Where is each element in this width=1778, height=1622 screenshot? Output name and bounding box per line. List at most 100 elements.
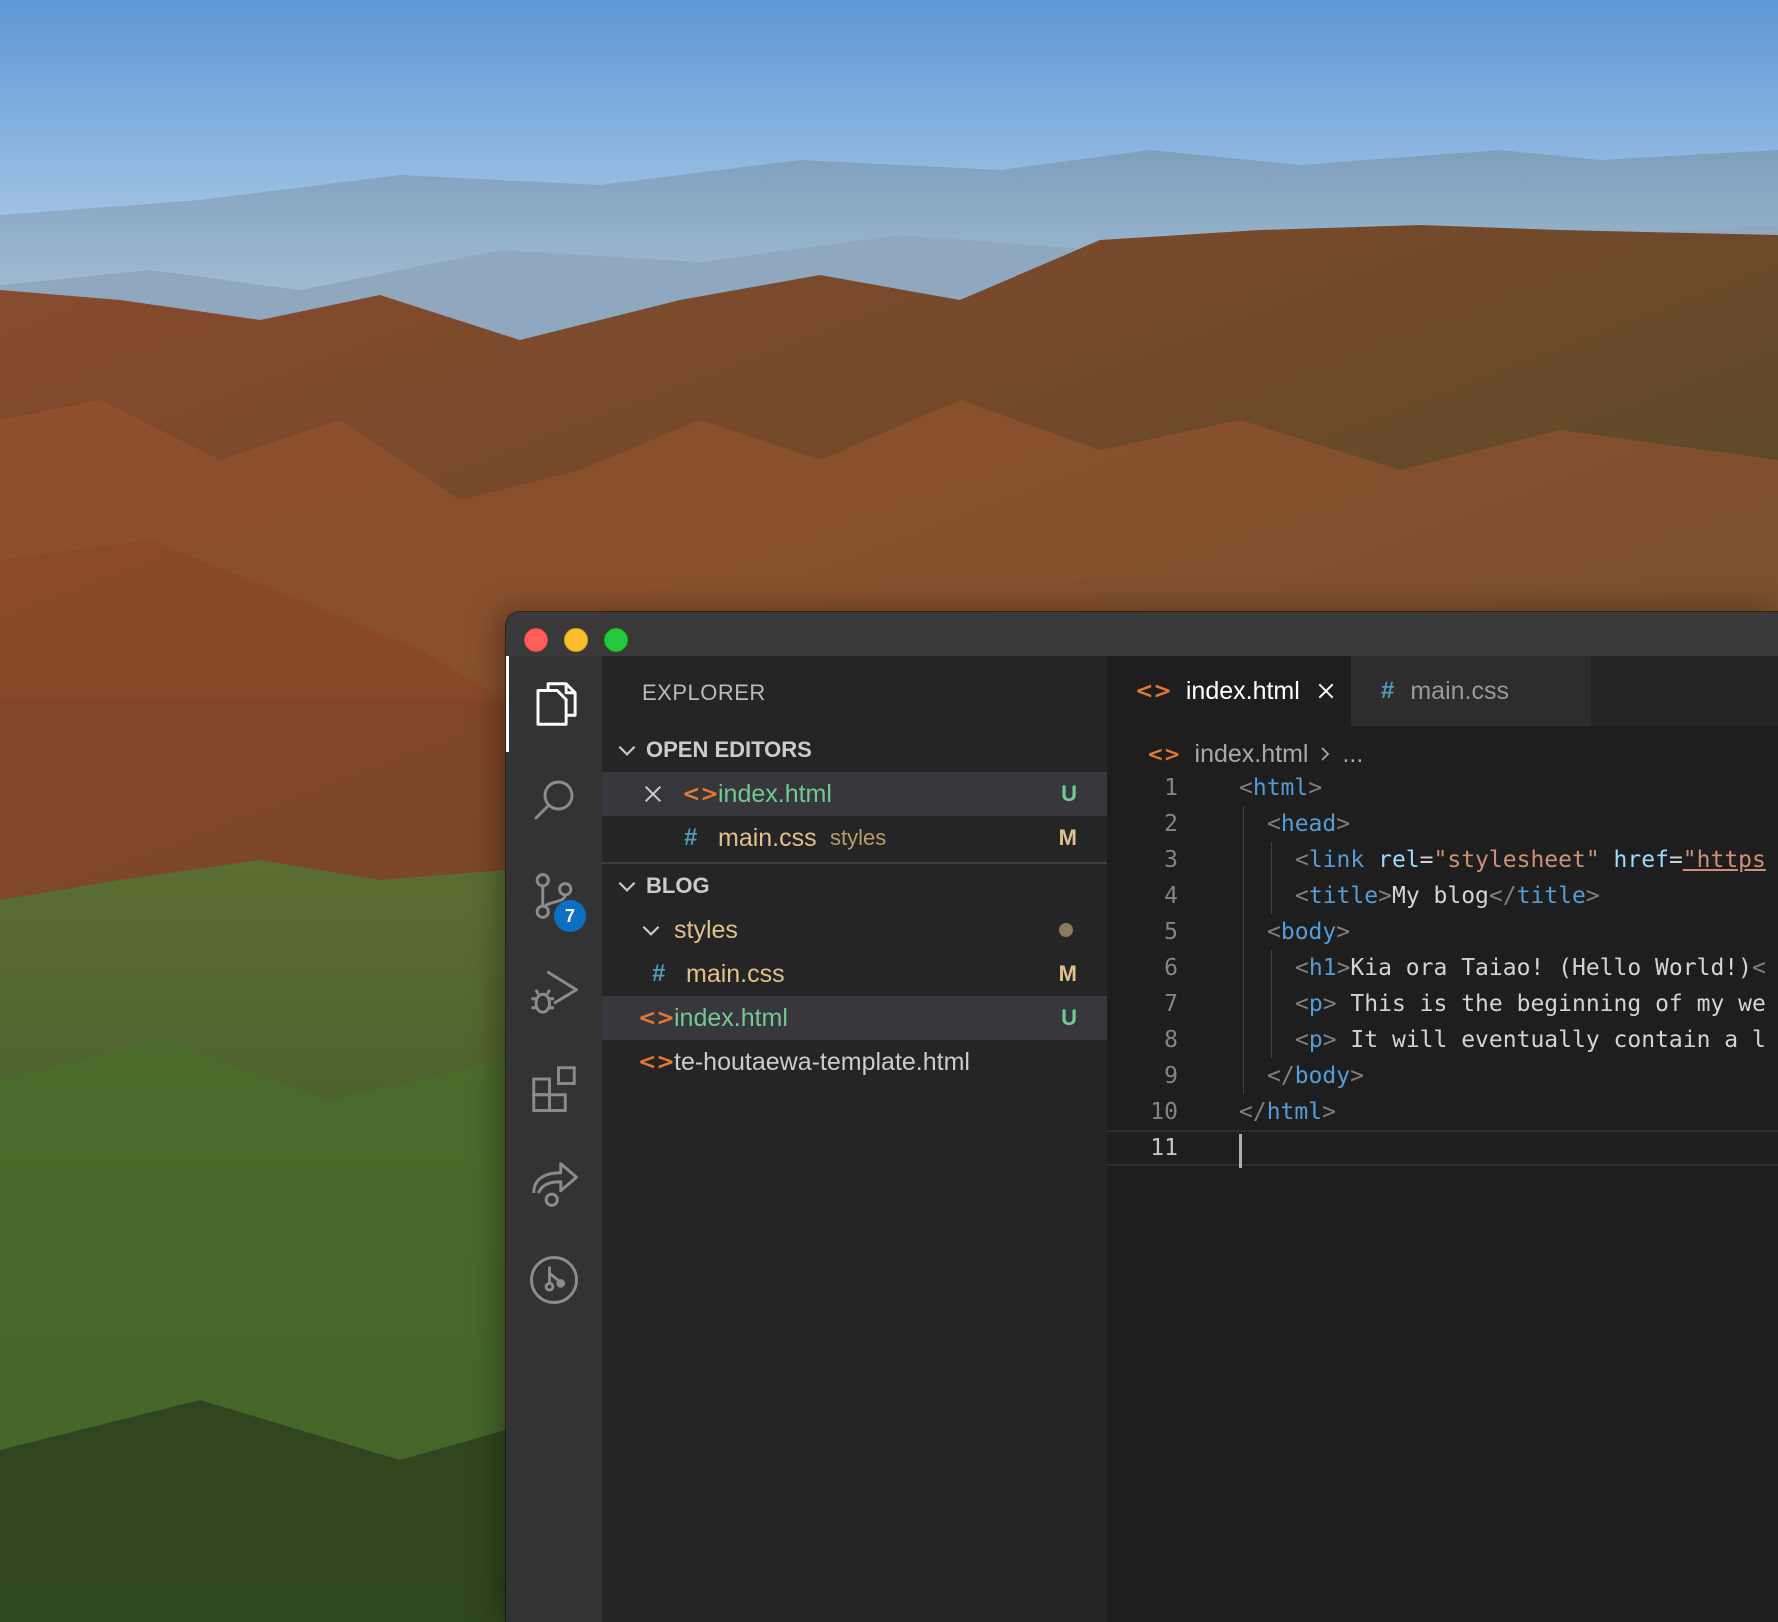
code-line: 4 <title>My blog</title> [1107, 878, 1778, 914]
breadcrumb-file[interactable]: index.html [1195, 740, 1309, 769]
live-share-icon [532, 1162, 578, 1207]
line-number: 4 [1164, 883, 1178, 909]
run-debug-icon [531, 970, 578, 1014]
line-number: 5 [1164, 919, 1178, 945]
open-editors-header[interactable]: OPEN EDITORS [602, 728, 1107, 772]
tag-bracket: > [1336, 955, 1351, 981]
line-number: 9 [1164, 1063, 1178, 1089]
code-text: <body> [1267, 919, 1350, 945]
open-editor-item-index-html[interactable]: <> index.html U [602, 772, 1107, 816]
code-line: 7 <p> This is the beginning of my we [1107, 986, 1778, 1022]
chevron-down-icon [642, 925, 660, 936]
tag-name: html [1252, 775, 1309, 801]
open-editor-filename: index.html [718, 779, 832, 808]
code-line: 6 <h1>Kia ora Taiao! (Hello World!)< [1107, 950, 1778, 986]
line-number: 2 [1164, 811, 1178, 837]
tag-bracket: </ [1488, 883, 1517, 909]
git-graph-icon [530, 1256, 578, 1304]
attribute-name: href [1613, 847, 1669, 873]
tag-bracket: < [1239, 775, 1253, 801]
open-editor-item-main-css[interactable]: # main.css styles M [602, 816, 1107, 860]
line-number: 3 [1164, 847, 1178, 873]
text-cursor [1239, 1134, 1242, 1168]
breadcrumb-more[interactable]: ... [1342, 740, 1363, 769]
file-item-te-houtaewa-template[interactable]: <> te-houtaewa-template.html [602, 1040, 1107, 1084]
tag-bracket: < [1267, 919, 1281, 945]
chevron-down-icon [618, 745, 636, 756]
code-text: <link rel="stylesheet" href="https [1295, 847, 1766, 873]
code-line: 9 </body> [1107, 1058, 1778, 1094]
tab-index-html[interactable]: <> index.html [1107, 656, 1351, 726]
activity-explorer[interactable] [506, 656, 602, 752]
activity-source-control[interactable]: 7 [506, 848, 602, 944]
activity-bar: 7 [506, 656, 602, 1622]
activity-extensions[interactable] [506, 1040, 602, 1136]
code-line: 3 <link rel="stylesheet" href="https [1107, 842, 1778, 878]
tag-name: body [1294, 1063, 1351, 1089]
status-untracked: U [1061, 1005, 1077, 1030]
tag-bracket: > [1322, 1099, 1336, 1125]
line-number: 11 [1150, 1135, 1178, 1161]
tag-name: body [1280, 919, 1337, 945]
file-name: main.css [686, 959, 785, 988]
blog-folder-label: BLOG [646, 873, 710, 898]
activity-search[interactable] [506, 752, 602, 848]
tag-bracket: < [1752, 955, 1766, 981]
activity-live-share[interactable] [506, 1136, 602, 1232]
close-icon[interactable] [1316, 681, 1336, 701]
code-text: <html> [1239, 775, 1322, 801]
activity-run-debug[interactable] [506, 944, 602, 1040]
editor-tabs: <> index.html # main.css [1107, 656, 1778, 726]
attribute-name: rel [1378, 847, 1420, 873]
vscode-window: 7 EXPLORER OPEN EDITORS <> index.html U … [506, 612, 1778, 1622]
tag-bracket: > [1308, 775, 1323, 801]
code-text: <p> It will eventually contain a l [1295, 1027, 1766, 1053]
activity-git-graph[interactable] [506, 1232, 602, 1328]
tag-name: html [1266, 1099, 1323, 1125]
close-icon[interactable] [642, 783, 664, 805]
tag-bracket: </ [1267, 1063, 1295, 1089]
tag-name: h1 [1308, 955, 1337, 981]
file-name: index.html [674, 1003, 788, 1032]
folder-item-styles[interactable]: styles [602, 908, 1107, 952]
status-untracked: U [1061, 781, 1077, 806]
blog-folder-header[interactable]: BLOG [602, 864, 1107, 908]
tab-label: index.html [1185, 676, 1300, 705]
css-icon: # [684, 824, 698, 851]
close-window-button[interactable] [524, 628, 548, 652]
tag-bracket: < [1295, 1027, 1309, 1053]
code-line: 1 <html> [1107, 770, 1778, 806]
editor-area: <> index.html # main.css <> index.html .… [1107, 656, 1778, 1622]
tag-name: p [1308, 1027, 1323, 1053]
modified-dot-icon [1059, 923, 1073, 937]
line-number: 10 [1150, 1099, 1178, 1125]
tag-bracket: < [1295, 955, 1309, 981]
line-number: 8 [1164, 1027, 1178, 1053]
tab-main-css[interactable]: # main.css [1351, 656, 1591, 726]
tag-bracket: < [1295, 847, 1309, 873]
title-bar [506, 612, 1778, 657]
status-modified: M [1058, 825, 1077, 850]
open-editors-label: OPEN EDITORS [646, 737, 812, 762]
equals-sign: = [1419, 847, 1434, 873]
zoom-window-button[interactable] [604, 628, 628, 652]
minimize-window-button[interactable] [564, 628, 588, 652]
css-icon: # [652, 960, 666, 987]
code-text: <title>My blog</title> [1295, 883, 1600, 909]
open-editor-filename: main.css [718, 823, 817, 852]
source-control-badge: 7 [554, 900, 586, 932]
tag-bracket: > [1336, 919, 1351, 945]
sidebar-title: EXPLORER [642, 680, 766, 705]
html-icon: <> [638, 1049, 675, 1075]
text-content: Kia ora Taiao! (Hello World!) [1350, 955, 1752, 981]
tag-bracket: < [1295, 883, 1309, 909]
tag-bracket: > [1336, 811, 1351, 837]
html-icon: <> [1135, 678, 1172, 704]
code-text: </html> [1239, 1099, 1336, 1125]
current-line-highlight: 11 [1107, 1130, 1778, 1168]
tag-bracket: </ [1239, 1099, 1267, 1125]
file-item-main-css[interactable]: # main.css M [602, 952, 1107, 996]
search-icon [534, 780, 574, 820]
html-icon: <> [638, 1005, 675, 1031]
file-item-index-html[interactable]: <> index.html U [602, 996, 1107, 1040]
